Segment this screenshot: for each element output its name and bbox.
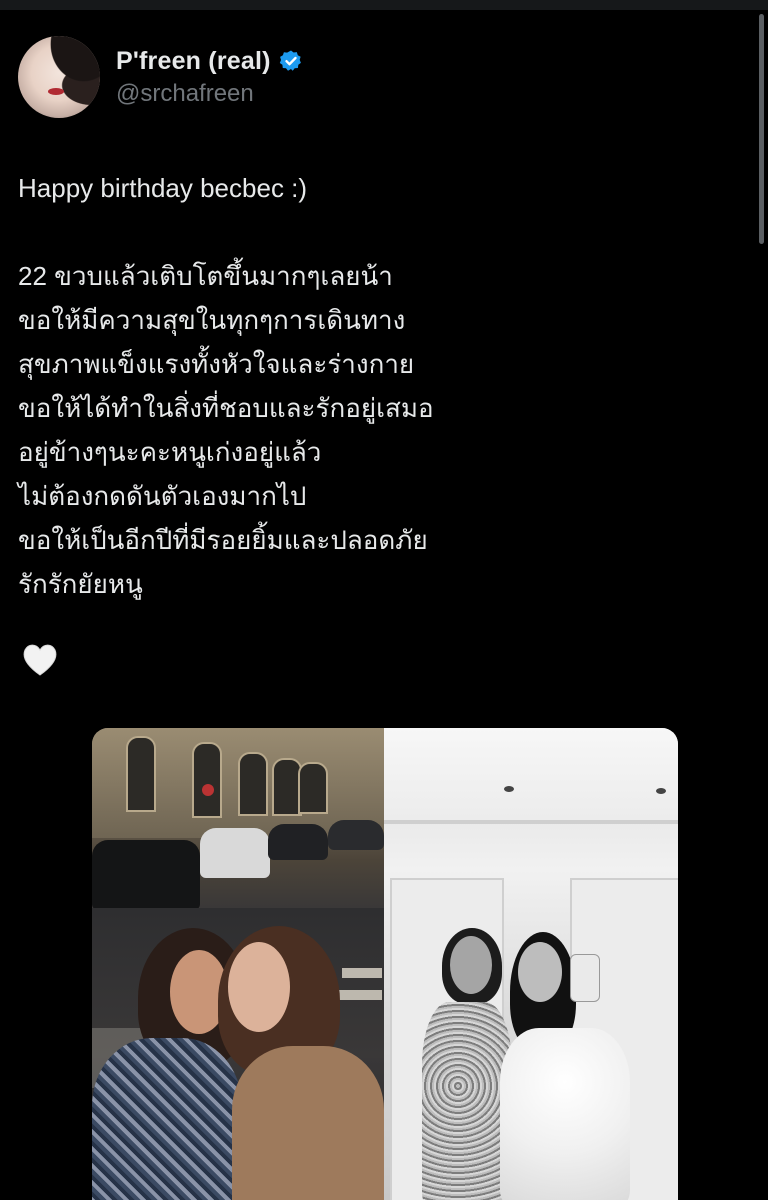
media-grid	[92, 728, 678, 1200]
tweet-line: ไม่ต้องกดดันตัวเองมากไป	[18, 481, 307, 511]
tweet-line: ขอให้เป็นอีกปีที่มีรอยยิ้มและปลอดภัย	[18, 525, 428, 555]
status-bar-strip	[0, 0, 768, 10]
tweet-line: ขอให้มีความสุขในทุกๆการเดินทาง	[18, 305, 406, 335]
tweet-line: Happy birthday becbec :)	[18, 173, 308, 203]
white-heart-icon	[20, 640, 60, 680]
media-photo-2[interactable]	[384, 728, 678, 1200]
tweet-header: P'freen (real) @srchafreen	[18, 36, 718, 118]
display-name[interactable]: P'freen (real)	[116, 47, 271, 76]
tweet-line: อยู่ข้างๆนะคะหนูเก่งอยู่แล้ว	[18, 437, 322, 467]
handle[interactable]: @srchafreen	[116, 80, 303, 108]
avatar[interactable]	[18, 36, 100, 118]
author-block: P'freen (real) @srchafreen	[116, 47, 303, 108]
verified-badge-icon	[279, 49, 303, 73]
scrollbar[interactable]	[759, 14, 764, 244]
tweet-line-gap	[18, 210, 718, 254]
tweet-line: สุขภาพแข็งแรงทั้งหัวใจและร่างกาย	[18, 349, 415, 379]
tweet-line: ขอให้ได้ทำในสิ่งที่ชอบและรักอยู่เสมอ	[18, 393, 434, 423]
tweet-line: รักรักยัยหนู	[18, 569, 143, 599]
tweet-line: 22 ขวบแล้วเติบโตขึ้นมากๆเลยน้า	[18, 261, 393, 291]
media-photo-1[interactable]	[92, 728, 384, 1200]
tweet-text: Happy birthday becbec :) 22 ขวบแล้วเติบโ…	[18, 166, 718, 606]
